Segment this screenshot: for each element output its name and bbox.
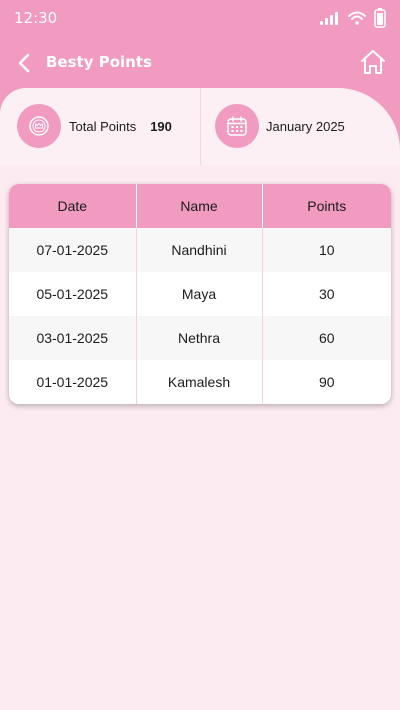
signal-icon bbox=[320, 12, 338, 25]
header-points: Points bbox=[262, 184, 391, 228]
cell-name: Maya bbox=[136, 272, 263, 316]
wifi-icon bbox=[348, 11, 366, 25]
summary-card: Total Points 190 January 2025 bbox=[0, 88, 400, 165]
chevron-left-icon bbox=[18, 53, 30, 73]
total-points-summary: Total Points 190 bbox=[17, 104, 172, 148]
calendar-icon-circle bbox=[215, 104, 259, 148]
table-row: 01-01-2025 Kamalesh 90 bbox=[9, 360, 391, 404]
cell-points: 90 bbox=[262, 360, 391, 404]
cell-name: Nethra bbox=[136, 316, 263, 360]
cell-points: 30 bbox=[262, 272, 391, 316]
table-row: 05-01-2025 Maya 30 bbox=[9, 272, 391, 316]
table-row: 03-01-2025 Nethra 60 bbox=[9, 316, 391, 360]
cell-date: 01-01-2025 bbox=[9, 360, 137, 404]
total-points-label: Total Points bbox=[69, 118, 137, 134]
table-row: 07-01-2025 Nandhini 10 bbox=[9, 228, 391, 272]
total-points-value: 190 bbox=[150, 118, 172, 134]
status-bar: 12:30 bbox=[0, 0, 400, 40]
coin-icon-circle bbox=[17, 104, 61, 148]
battery-icon bbox=[374, 8, 386, 28]
cell-date: 05-01-2025 bbox=[9, 272, 137, 316]
cell-points: 10 bbox=[262, 228, 391, 272]
table-header-row: Date Name Points bbox=[9, 184, 391, 228]
summary-divider bbox=[200, 88, 201, 165]
status-icons bbox=[320, 8, 386, 28]
crown-coin-icon bbox=[29, 116, 49, 136]
month-label: January 2025 bbox=[266, 118, 345, 134]
cell-date: 07-01-2025 bbox=[9, 228, 137, 272]
points-table: Date Name Points 07-01-2025 Nandhini 10 … bbox=[9, 184, 391, 404]
home-button[interactable] bbox=[358, 47, 388, 77]
status-time: 12:30 bbox=[14, 9, 58, 27]
page-title: Besty Points bbox=[46, 53, 152, 71]
cell-date: 03-01-2025 bbox=[9, 316, 137, 360]
header-name: Name bbox=[136, 184, 263, 228]
back-button[interactable] bbox=[12, 50, 36, 76]
cell-points: 60 bbox=[262, 316, 391, 360]
header-date: Date bbox=[9, 184, 137, 228]
calendar-icon bbox=[227, 116, 247, 136]
cell-name: Kamalesh bbox=[136, 360, 263, 404]
month-selector[interactable]: January 2025 bbox=[215, 104, 345, 148]
home-icon bbox=[361, 50, 385, 74]
cell-name: Nandhini bbox=[136, 228, 263, 272]
nav-bar: Besty Points bbox=[0, 44, 400, 84]
points-table-card: Date Name Points 07-01-2025 Nandhini 10 … bbox=[9, 184, 391, 404]
